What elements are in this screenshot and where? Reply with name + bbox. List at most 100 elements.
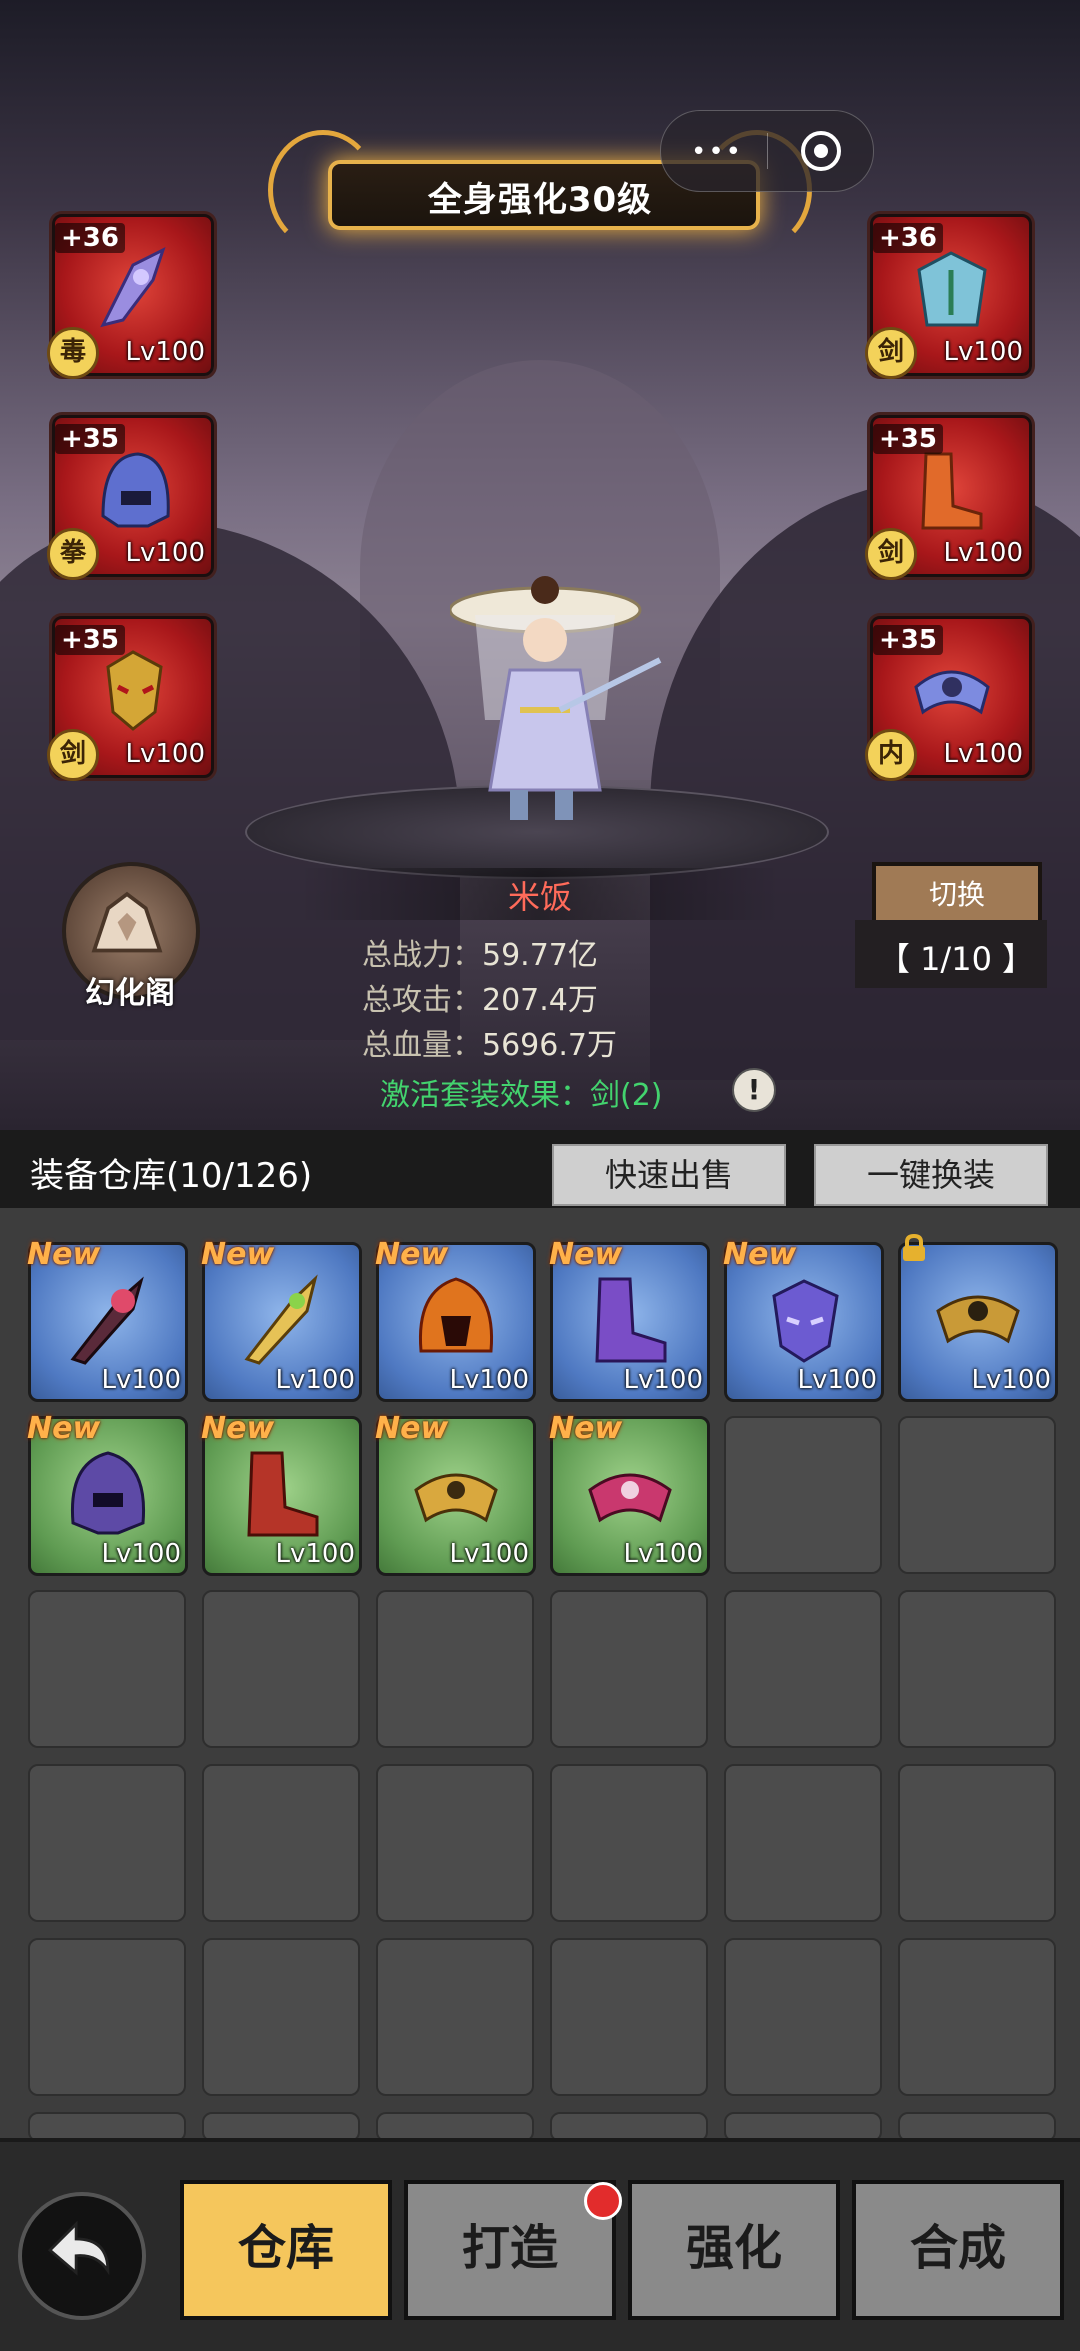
equip-slot-5[interactable]: +35 Lv100 剑: [865, 415, 1032, 580]
character-scene: 全身强化30级 ••• +36 Lv100 毒 +35 Lv100 拳 +35 …: [0, 0, 1080, 1130]
total-hp-label: 总血量：: [362, 1028, 482, 1063]
golden-belt-icon: [936, 1295, 1020, 1344]
slot-plus-level: +35: [55, 625, 125, 655]
total-power-row: 总战力：59.77亿: [362, 930, 598, 974]
empty-slot[interactable]: [376, 1764, 534, 1922]
total-attack-row: 总攻击：207.4万: [362, 975, 598, 1019]
slot-plus-level: +35: [873, 625, 943, 655]
empty-slot[interactable]: [898, 1590, 1056, 1748]
equip-slot-2[interactable]: +35 Lv100 拳: [47, 415, 214, 580]
inventory-item[interactable]: Lv100: [898, 1233, 1058, 1402]
hero-character[interactable]: [450, 560, 670, 830]
more-options-button[interactable]: •••: [691, 137, 743, 167]
slot-level: Lv100: [943, 739, 1024, 769]
one-click-equip-button[interactable]: 一键换装: [814, 1144, 1048, 1206]
slot-type-badge: 剑: [865, 528, 917, 580]
empty-slot[interactable]: [550, 1764, 708, 1922]
new-badge: New: [549, 1411, 623, 1446]
inventory-item[interactable]: New Lv100: [549, 1411, 710, 1576]
inventory-item[interactable]: New Lv100: [375, 1411, 536, 1576]
item-level: Lv100: [449, 1365, 530, 1395]
new-badge: New: [27, 1411, 101, 1446]
helmet-icon: [101, 452, 170, 528]
purple-boots-icon: [595, 1277, 667, 1363]
info-icon[interactable]: !: [732, 1068, 776, 1112]
item-level: Lv100: [101, 1365, 182, 1395]
quick-sell-button[interactable]: 快速出售: [552, 1144, 786, 1206]
empty-slot[interactable]: [202, 1938, 360, 2096]
tab-synthesize[interactable]: 合成: [852, 2180, 1064, 2320]
total-attack-label: 总攻击：: [362, 983, 482, 1018]
new-badge: New: [549, 1237, 623, 1272]
back-button[interactable]: [18, 2192, 146, 2320]
slot-level: Lv100: [943, 337, 1024, 367]
empty-slot[interactable]: [28, 1590, 186, 1748]
empty-slot[interactable]: [376, 1590, 534, 1748]
warehouse-title: 装备仓库(10/126): [30, 1156, 313, 1196]
total-attack-value: 207.4万: [482, 983, 598, 1018]
tab-warehouse[interactable]: 仓库: [180, 2180, 392, 2320]
empty-slot[interactable]: [28, 1938, 186, 2096]
empty-slot[interactable]: [28, 1764, 186, 1922]
armor-icon: [917, 251, 987, 327]
empty-slot[interactable]: [550, 1938, 708, 2096]
new-badge: New: [723, 1237, 797, 1272]
equip-slot-3[interactable]: +35 Lv100 剑: [47, 616, 214, 781]
total-power-label: 总战力：: [362, 938, 482, 973]
new-badge: New: [375, 1411, 449, 1446]
close-target-icon[interactable]: [801, 131, 841, 171]
inventory-item[interactable]: New Lv100: [723, 1237, 884, 1402]
empty-slot[interactable]: [724, 1416, 882, 1574]
slot-plus-level: +36: [55, 223, 125, 253]
empty-slot[interactable]: [898, 1764, 1056, 1922]
empty-slot[interactable]: [202, 1590, 360, 1748]
suit-effect: 激活套装效果：剑(2): [380, 1078, 663, 1113]
slot-type-badge: 毒: [47, 327, 99, 379]
item-level: Lv100: [275, 1365, 356, 1395]
notification-dot: [584, 2182, 622, 2220]
inventory-item[interactable]: New Lv100: [201, 1237, 362, 1402]
sword-icon: [70, 1276, 144, 1365]
slot-level: Lv100: [125, 337, 206, 367]
slot-level: Lv100: [125, 538, 206, 568]
belt-icon: [914, 670, 990, 715]
empty-slot[interactable]: [724, 1938, 882, 2096]
pink-belt-icon: [588, 1473, 672, 1523]
empty-slot[interactable]: [898, 1416, 1056, 1574]
slot-level: Lv100: [943, 538, 1024, 568]
back-arrow-icon: [47, 2220, 110, 2276]
character-name: 米饭: [507, 878, 572, 916]
weapon-icon: [100, 247, 166, 328]
slot-level: Lv100: [125, 739, 206, 769]
total-power-value: 59.77亿: [482, 938, 598, 973]
empty-slot[interactable]: [724, 1764, 882, 1922]
inventory-item[interactable]: New Lv100: [201, 1411, 362, 1576]
inventory-item[interactable]: New Lv100: [549, 1237, 710, 1402]
empty-slot[interactable]: [202, 1764, 360, 1922]
capsule-divider: [767, 133, 768, 169]
empty-slot[interactable]: [550, 1590, 708, 1748]
slot-plus-level: +36: [873, 223, 943, 253]
mask-icon: [106, 650, 163, 731]
item-level: Lv100: [449, 1539, 530, 1569]
empty-slot[interactable]: [376, 1938, 534, 2096]
item-level: Lv100: [275, 1539, 356, 1569]
item-level: Lv100: [971, 1365, 1052, 1395]
new-badge: New: [27, 1237, 101, 1272]
equip-slot-1[interactable]: +36 Lv100 毒: [47, 214, 214, 379]
dark-helmet-icon: [70, 1451, 146, 1535]
equip-slot-6[interactable]: +35 Lv100 内: [865, 616, 1032, 781]
new-badge: New: [201, 1411, 275, 1446]
inventory-item[interactable]: New Lv100: [27, 1411, 188, 1576]
equip-slot-4[interactable]: +36 Lv100 剑: [865, 214, 1032, 379]
item-level: Lv100: [623, 1539, 704, 1569]
empty-slot[interactable]: [724, 1590, 882, 1748]
inventory-item[interactable]: New Lv100: [27, 1237, 188, 1402]
tab-enhance[interactable]: 强化: [628, 2180, 840, 2320]
empty-slot[interactable]: [898, 1938, 1056, 2096]
huanhua-label: 幻化阁: [85, 976, 175, 1011]
slot-plus-level: +35: [873, 424, 943, 454]
slot-type-badge: 剑: [47, 729, 99, 781]
inventory-item[interactable]: New Lv100: [375, 1237, 536, 1402]
total-hp-row: 总血量：5696.7万: [362, 1020, 617, 1064]
